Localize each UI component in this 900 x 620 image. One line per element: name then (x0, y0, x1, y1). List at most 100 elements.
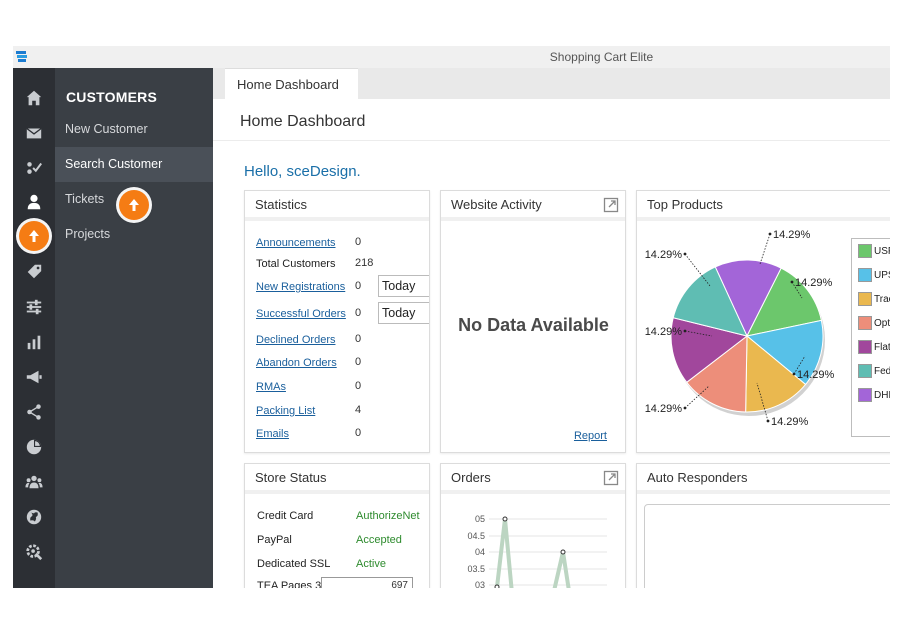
slice-leader-dot (790, 280, 794, 284)
stat-value: 0 (355, 333, 362, 345)
chart-legend: USP UPS Trac Opti Flat Fed DHL (851, 238, 890, 437)
tools-icon[interactable] (24, 542, 44, 562)
stat-row-rmas: RMAs (256, 380, 286, 394)
customers-submenu: CUSTOMERS New Customer Search Customer T… (55, 68, 213, 588)
stat-link-successful-orders[interactable]: Successful Orders (256, 308, 346, 320)
stat-link-abandon-orders[interactable]: Abandon Orders (256, 357, 337, 369)
legend-item: UPS (858, 268, 890, 285)
legend-swatch (858, 316, 872, 331)
period-select-new-registrations[interactable]: Today (378, 275, 429, 297)
tea-pages-field[interactable]: 697 (321, 577, 413, 588)
main-content: Home Dashboard Home Dashboard Hello, sce… (213, 68, 890, 588)
app-window: Shopping Cart Elite CUSTOMERS New Custom… (13, 46, 890, 588)
store-value-credit-card: AuthorizeNet (356, 510, 420, 522)
data-point (502, 516, 508, 522)
legend-label: USP (874, 246, 890, 257)
legend-label: UPS (874, 270, 890, 281)
report-link[interactable]: Report (574, 430, 607, 442)
submenu-item-new-customer[interactable]: New Customer (55, 112, 213, 147)
slice-value-label: 14.29% (645, 249, 683, 261)
share-icon[interactable] (24, 402, 44, 422)
period-select-successful-orders[interactable]: Today (378, 302, 429, 324)
submenu-item-search-customer[interactable]: Search Customer (55, 147, 213, 182)
slice-value-label: 14.29% (645, 326, 683, 338)
divider (213, 140, 890, 141)
settings-sliders-icon[interactable] (24, 297, 44, 317)
customers-icon[interactable] (24, 192, 44, 212)
stat-row-successful-orders: Successful Orders (256, 307, 346, 321)
marketing-icon[interactable] (24, 367, 44, 387)
stat-value: 4 (355, 404, 362, 416)
orders-panel: Orders 05 04.5 04 03.5 03 (440, 463, 626, 588)
store-value-paypal: Accepted (356, 534, 402, 546)
slice-value-label: 14.29% (771, 416, 809, 428)
store-label-tea-pages: TEA Pages 30 (257, 580, 328, 588)
globe-icon[interactable] (24, 507, 44, 527)
stat-value: 218 (355, 257, 374, 269)
legend-swatch (858, 388, 872, 403)
stat-value: 0 (355, 380, 362, 392)
stat-link-new-registrations[interactable]: New Registrations (256, 281, 345, 293)
store-value-ssl: Active (356, 558, 386, 570)
tag-icon[interactable] (24, 262, 44, 282)
legend-swatch (858, 340, 872, 355)
stat-link-packing-list[interactable]: Packing List (256, 405, 315, 417)
legend-label: DHL (874, 390, 890, 401)
data-point (560, 549, 566, 555)
tab-strip: Home Dashboard (213, 68, 890, 99)
stat-link-emails[interactable]: Emails (256, 428, 289, 440)
expand-icon[interactable] (603, 470, 619, 486)
stat-link-announcements[interactable]: Announcements (256, 237, 336, 249)
greeting-text: Hello, sceDesign. (244, 163, 361, 180)
panel-title: Store Status (245, 464, 429, 494)
store-label-paypal: PayPal (257, 534, 292, 546)
slice-leader-line (759, 233, 771, 265)
stat-value: 0 (355, 307, 362, 319)
orders-series-line (495, 518, 571, 588)
legend-label: Trac (874, 294, 890, 305)
panel-title: Statistics (245, 191, 429, 221)
page-title: Home Dashboard (240, 113, 366, 130)
mail-icon[interactable] (24, 123, 44, 143)
stat-link-rmas[interactable]: RMAs (256, 381, 286, 393)
tab-home-dashboard[interactable]: Home Dashboard (225, 68, 358, 99)
submenu-heading: CUSTOMERS (66, 89, 157, 105)
slice-leader-dot (683, 406, 687, 410)
legend-swatch (858, 364, 872, 379)
users-group-icon[interactable] (24, 472, 44, 492)
legend-label: Fed (874, 366, 890, 377)
legend-item: Trac (858, 292, 890, 309)
arrow-up-icon (29, 230, 39, 242)
data-point (494, 584, 500, 588)
home-icon[interactable] (24, 88, 44, 108)
submenu-item-projects[interactable]: Projects (55, 217, 213, 252)
website-activity-panel: Website Activity No Data Available Repor… (440, 190, 626, 453)
icon-sidebar (13, 68, 55, 588)
reports-icon[interactable] (24, 332, 44, 352)
orders-line-chart: 05 04.5 04 03.5 03 (467, 514, 607, 588)
slice-leader-dot (792, 372, 796, 376)
store-status-panel: Store Status Credit Card AuthorizeNet Pa… (244, 463, 430, 588)
expand-icon[interactable] (603, 197, 619, 213)
y-tick-label: 05 (475, 514, 485, 524)
stat-row-new-registrations: New Registrations (256, 280, 345, 294)
slice-leader-dot (768, 232, 772, 236)
slice-value-label: 14.29% (795, 277, 833, 289)
tasks-icon[interactable] (24, 158, 44, 178)
stat-row-packing-list: Packing List (256, 404, 315, 418)
store-label-ssl: Dedicated SSL (257, 558, 331, 570)
stat-link-declined-orders[interactable]: Declined Orders (256, 334, 335, 346)
panel-title: Top Products (637, 191, 890, 221)
auto-responders-panel: Auto Responders (636, 463, 890, 588)
y-tick-label: 04.5 (467, 531, 485, 541)
slice-value-label: 14.29% (797, 369, 835, 381)
pie-chart: 14.29% 14.29% 14.29% 14.29% 14.29% 14.29% 14.2… (645, 229, 835, 428)
slice-value-label: 14.29% (645, 403, 683, 415)
stat-value: 0 (355, 280, 362, 292)
analytics-icon[interactable] (24, 437, 44, 457)
legend-item: Opti (858, 316, 890, 333)
stat-value: 0 (355, 427, 362, 439)
legend-swatch (858, 244, 872, 259)
stat-row-announcements: Announcements (256, 236, 336, 250)
y-tick-label: 04 (475, 547, 485, 557)
